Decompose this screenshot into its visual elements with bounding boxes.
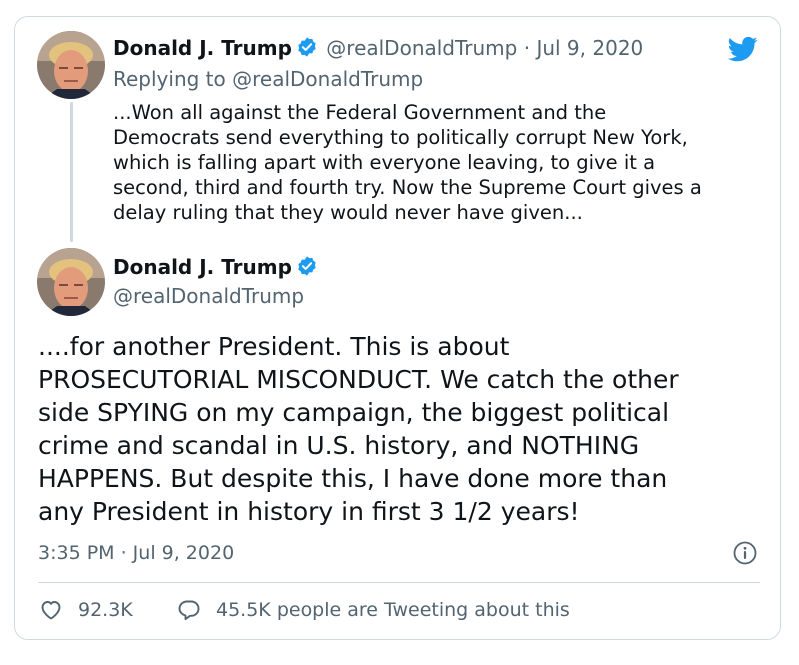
text-line: ....for another President. This is about: [38, 332, 510, 361]
text-line: which is falling apart with everyone lea…: [113, 151, 656, 174]
parent-tweet-text: ...Won all against the Federal Governmen…: [113, 100, 763, 225]
text-line: PROSECUTORIAL MISCONDUCT. We catch the o…: [38, 365, 679, 394]
like-count: 92.3K: [78, 599, 133, 621]
display-name[interactable]: Donald J. Trump: [113, 255, 292, 279]
main-header-name: Donald J. Trump: [113, 255, 320, 279]
parent-header: Donald J. Trump @realDonaldTrump · Jul 9…: [113, 36, 643, 60]
heart-icon: [41, 601, 61, 620]
text-line: side SPYING on my campaign, the biggest …: [38, 398, 670, 427]
info-icon[interactable]: [733, 541, 757, 565]
verified-badge-icon: [298, 256, 316, 276]
avatar[interactable]: [37, 248, 105, 316]
tweeting-count: 45.5K: [216, 599, 271, 621]
text-line: ...Won all against the Federal Governmen…: [113, 101, 607, 124]
text-line: delay ruling that they would never have …: [113, 201, 583, 224]
text-line: second, third and fourth try. Now the Su…: [113, 176, 702, 199]
text-line: Democrats send everything to politically…: [113, 126, 688, 149]
main-tweet-text: ....for another President. This is about…: [38, 330, 758, 528]
divider: [38, 582, 760, 583]
reply-bubble-icon: [178, 600, 200, 621]
handle[interactable]: @realDonaldTrump: [113, 284, 304, 308]
tweet-date[interactable]: Jul 9, 2020: [536, 36, 643, 60]
text-line: HAPPENS. But despite this, I have done m…: [38, 464, 668, 493]
tweeting-about-link[interactable]: 45.5K people are Tweeting about this: [176, 598, 570, 622]
like-button[interactable]: 92.3K: [38, 598, 133, 622]
text-line: crime and scandal in U.S. history, and N…: [38, 431, 640, 460]
display-name[interactable]: Donald J. Trump: [113, 36, 292, 60]
text-line: any President in history in first 3 1/2 …: [38, 497, 580, 526]
replying-to: Replying to @realDonaldTrump: [113, 67, 423, 91]
verified-badge-icon: [298, 37, 316, 57]
handle[interactable]: @realDonaldTrump: [326, 36, 517, 60]
replying-to-label: Replying to: [113, 67, 226, 91]
tweet-timestamp[interactable]: 3:35 PM · Jul 9, 2020: [38, 541, 234, 565]
replying-to-handle[interactable]: @realDonaldTrump: [232, 67, 423, 91]
avatar[interactable]: [37, 31, 105, 99]
twitter-bird-icon[interactable]: [726, 34, 760, 64]
tweeting-label: people are Tweeting about this: [276, 599, 570, 621]
separator: ·: [523, 36, 531, 60]
thread-connector: [70, 102, 73, 242]
